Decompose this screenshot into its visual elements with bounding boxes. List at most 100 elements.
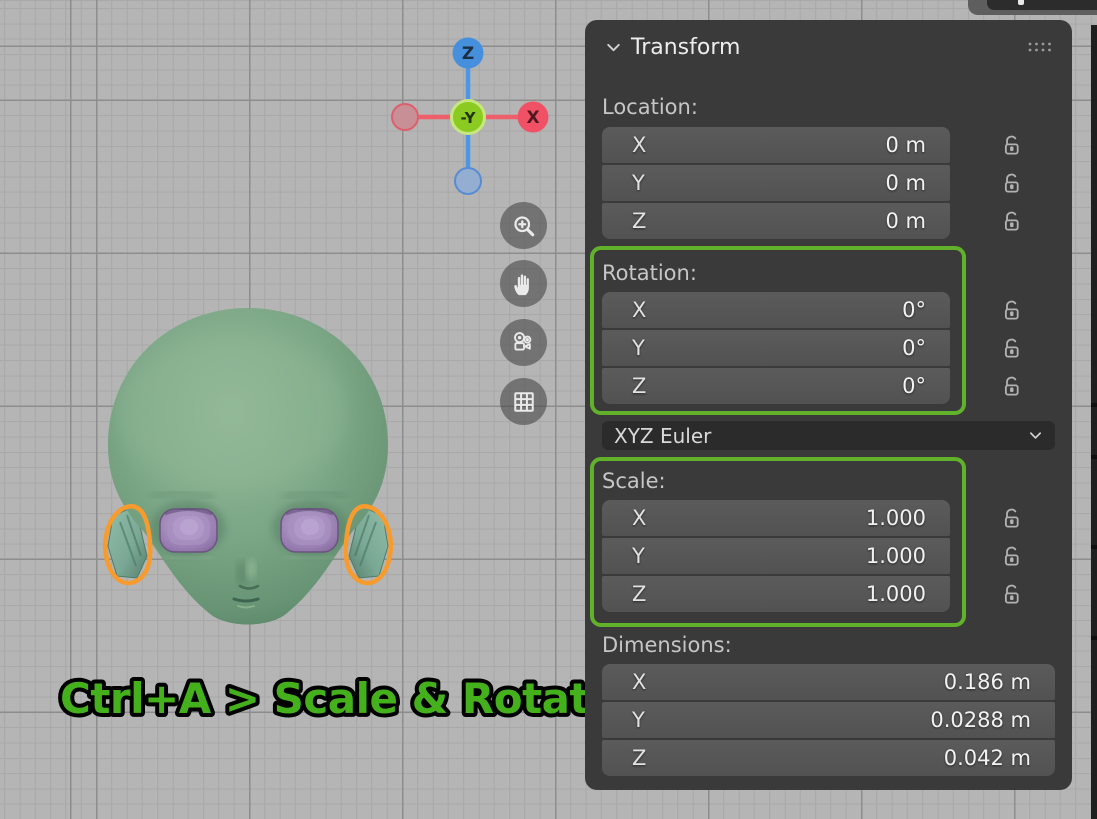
axis-value: 0° bbox=[902, 374, 950, 398]
unlock-icon[interactable] bbox=[998, 543, 1025, 570]
scale-group: X 1.000 Y 1.000 Z 1.000 bbox=[602, 500, 1055, 612]
axis-label: Y bbox=[602, 708, 645, 732]
rotation-z-row: Z 0° bbox=[602, 368, 1055, 404]
edge-notch bbox=[1091, 636, 1097, 640]
axis-value: 1.000 bbox=[866, 544, 950, 568]
chevron-down-icon[interactable] bbox=[605, 39, 622, 56]
unlock-icon[interactable] bbox=[998, 373, 1025, 400]
axis-value: 1.000 bbox=[866, 582, 950, 606]
view-axis-gizmo[interactable]: Z X -Y bbox=[380, 28, 560, 198]
gizmo-neg-z-ball[interactable] bbox=[455, 168, 481, 194]
dimensions-y-field[interactable]: Y 0.0288 m bbox=[602, 702, 1055, 738]
axis-label: Y bbox=[602, 171, 645, 195]
axis-label: Y bbox=[602, 336, 645, 360]
edge-notch bbox=[1091, 545, 1097, 549]
edge-notch bbox=[1091, 403, 1097, 407]
location-y-row: Y 0 m bbox=[602, 165, 1055, 201]
editor-edge-strip bbox=[1091, 25, 1097, 819]
rotation-label: Rotation: bbox=[602, 262, 1055, 284]
rotation-mode-dropdown[interactable]: XYZ Euler bbox=[602, 421, 1055, 450]
location-group: X 0 m Y 0 m Z 0 m bbox=[602, 127, 1055, 239]
annotation-text: Ctrl+A > Scale & Rotation bbox=[60, 674, 598, 723]
rotation-x-field[interactable]: X 0° bbox=[602, 292, 950, 328]
axis-label: Z bbox=[602, 746, 646, 770]
edge-notch bbox=[1091, 455, 1097, 459]
location-label: Location: bbox=[602, 96, 1055, 118]
axis-label: Z bbox=[602, 582, 646, 606]
dimensions-y-row: Y 0.0288 m bbox=[602, 702, 1055, 738]
location-z-field[interactable]: Z 0 m bbox=[602, 203, 950, 239]
grid-ortho-button[interactable] bbox=[500, 378, 547, 425]
scale-z-field[interactable]: Z 1.000 bbox=[602, 576, 950, 612]
gizmo-neg-x-ball[interactable] bbox=[392, 104, 418, 130]
dimensions-group: X 0.186 m Y 0.0288 m Z 0.042 m bbox=[602, 664, 1055, 776]
unlock-icon[interactable] bbox=[998, 208, 1025, 235]
popup-marker bbox=[1018, 0, 1024, 5]
rotation-mode-value: XYZ Euler bbox=[614, 424, 711, 448]
gizmo-neg-y-ball[interactable]: -Y bbox=[452, 101, 485, 134]
gizmo-neg-y-label: -Y bbox=[461, 109, 477, 127]
axis-value: 0.0288 m bbox=[930, 708, 1055, 732]
gizmo-z-label: Z bbox=[462, 44, 474, 64]
unlock-icon[interactable] bbox=[998, 581, 1025, 608]
scale-z-row: Z 1.000 bbox=[602, 576, 1055, 612]
grid-ortho-icon bbox=[510, 388, 538, 416]
gizmo-z-ball[interactable]: Z bbox=[453, 38, 484, 69]
axis-value: 0.042 m bbox=[944, 746, 1055, 770]
gizmo-x-label: X bbox=[526, 108, 539, 128]
dimensions-x-field[interactable]: X 0.186 m bbox=[602, 664, 1055, 700]
dimensions-z-row: Z 0.042 m bbox=[602, 740, 1055, 776]
unlock-icon[interactable] bbox=[998, 132, 1025, 159]
axis-value: 0 m bbox=[886, 133, 951, 157]
rotation-z-field[interactable]: Z 0° bbox=[602, 368, 950, 404]
annotation-text-layer: Ctrl+A > Scale & Rotation bbox=[38, 660, 598, 736]
dimensions-x-row: X 0.186 m bbox=[602, 664, 1055, 700]
scale-label: Scale: bbox=[602, 470, 1055, 492]
location-y-field[interactable]: Y 0 m bbox=[602, 165, 950, 201]
dimensions-label: Dimensions: bbox=[602, 634, 1055, 656]
rotation-y-row: Y 0° bbox=[602, 330, 1055, 366]
transform-panel-header[interactable]: Transform bbox=[602, 34, 1055, 60]
panel-title: Transform bbox=[631, 35, 740, 60]
chevron-down-icon bbox=[1028, 428, 1043, 443]
camera-view-button[interactable] bbox=[500, 319, 547, 366]
rotation-x-row: X 0° bbox=[602, 292, 1055, 328]
rotation-group: X 0° Y 0° Z 0° bbox=[602, 292, 1055, 404]
axis-value: 0° bbox=[902, 298, 950, 322]
pan-hand-icon bbox=[510, 270, 538, 298]
axis-value: 0 m bbox=[886, 171, 951, 195]
location-x-field[interactable]: X 0 m bbox=[602, 127, 950, 163]
location-x-row: X 0 m bbox=[602, 127, 1055, 163]
location-z-row: Z 0 m bbox=[602, 203, 1055, 239]
unlock-icon[interactable] bbox=[998, 335, 1025, 362]
partial-popup-tab bbox=[987, 0, 1097, 10]
axis-value: 0° bbox=[902, 336, 950, 360]
camera-view-icon bbox=[510, 329, 538, 357]
axis-label: X bbox=[602, 506, 646, 530]
axis-label: X bbox=[602, 670, 646, 694]
zoom-icon bbox=[510, 212, 538, 240]
axis-value: 0 m bbox=[886, 209, 951, 233]
rotation-y-field[interactable]: Y 0° bbox=[602, 330, 950, 366]
axis-label: Z bbox=[602, 209, 646, 233]
axis-label: Z bbox=[602, 374, 646, 398]
blender-3d-viewport: Z X -Y Ctrl+A > Scale & Rotation Transfo… bbox=[0, 0, 1097, 819]
axis-label: Y bbox=[602, 544, 645, 568]
gizmo-x-ball[interactable]: X bbox=[518, 102, 549, 133]
unlock-icon[interactable] bbox=[998, 505, 1025, 532]
unlock-icon[interactable] bbox=[998, 297, 1025, 324]
axis-label: X bbox=[602, 298, 646, 322]
dimensions-z-field[interactable]: Z 0.042 m bbox=[602, 740, 1055, 776]
scale-x-row: X 1.000 bbox=[602, 500, 1055, 536]
axis-label: X bbox=[602, 133, 646, 157]
transform-panel: Transform Location: X 0 m Y 0 m bbox=[585, 20, 1072, 790]
axis-value: 1.000 bbox=[866, 506, 950, 530]
zoom-button[interactable] bbox=[500, 202, 547, 249]
pan-button[interactable] bbox=[500, 260, 547, 307]
drag-grip-icon[interactable] bbox=[1027, 41, 1053, 53]
scale-y-row: Y 1.000 bbox=[602, 538, 1055, 574]
unlock-icon[interactable] bbox=[998, 170, 1025, 197]
scale-y-field[interactable]: Y 1.000 bbox=[602, 538, 950, 574]
scale-x-field[interactable]: X 1.000 bbox=[602, 500, 950, 536]
axis-value: 0.186 m bbox=[944, 670, 1055, 694]
